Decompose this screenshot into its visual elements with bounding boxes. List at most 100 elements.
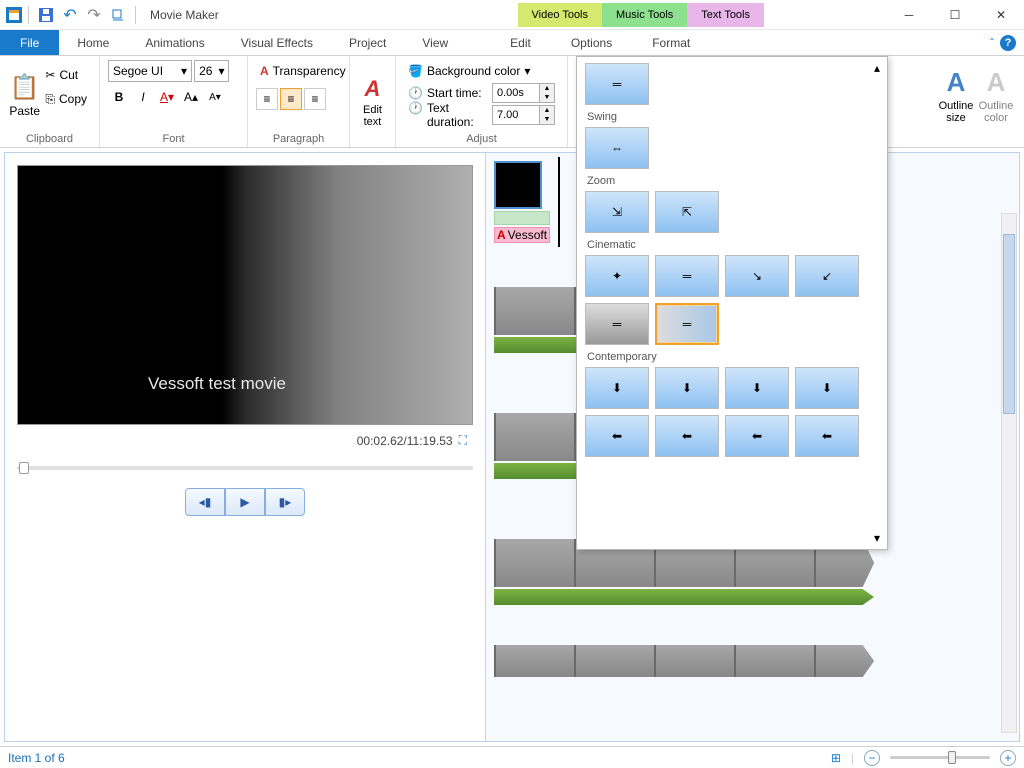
menu-animations[interactable]: Animations [127, 30, 222, 55]
timeline-scrollbar[interactable] [1001, 213, 1017, 733]
align-center-button[interactable]: ≡ [280, 88, 302, 110]
titlebar: ↶ ↷ Movie Maker Video Tools Music Tools … [0, 0, 1024, 30]
seek-bar[interactable] [17, 466, 473, 470]
statusbar: Item 1 of 6 ⊞ | − + [0, 746, 1024, 768]
effect-item[interactable]: ✦ [585, 255, 649, 297]
effect-item[interactable]: ⬅ [795, 415, 859, 457]
effect-category: Cinematic [587, 239, 881, 251]
effect-item[interactable]: ═ [585, 303, 649, 345]
font-size-select[interactable]: 26▾ [194, 60, 229, 82]
duration-label: Text duration: [427, 101, 488, 129]
video-tools-tab[interactable]: Video Tools [518, 3, 602, 27]
paste-button[interactable]: 📋 Paste [8, 60, 41, 130]
redo-icon[interactable]: ↷ [83, 4, 105, 26]
status-item-count: Item 1 of 6 [8, 751, 65, 765]
timeline-clip[interactable] [494, 645, 874, 677]
minimize-button[interactable]: ─ [886, 0, 932, 30]
time-display: 00:02.62/11:19.53 [357, 434, 453, 448]
maximize-button[interactable]: ☐ [932, 0, 978, 30]
effect-item[interactable]: ⬇ [655, 367, 719, 409]
align-left-button[interactable]: ≡ [256, 88, 278, 110]
app-title: Movie Maker [150, 8, 219, 22]
effect-item[interactable]: ↙ [795, 255, 859, 297]
ribbon-collapse-icon[interactable]: ˆ [990, 36, 994, 50]
duration-spinner[interactable]: ▲▼ [492, 105, 555, 125]
video-preview[interactable]: Vessoft test movie [17, 165, 473, 425]
qat-dropdown-icon[interactable] [107, 4, 129, 26]
zoom-in-button[interactable]: + [1000, 750, 1016, 766]
playhead[interactable] [558, 157, 560, 247]
effect-item-selected[interactable]: ═ [655, 303, 719, 345]
clip-thumbnail[interactable] [494, 161, 542, 209]
file-menu[interactable]: File [0, 30, 59, 55]
menu-home[interactable]: Home [59, 30, 127, 55]
undo-icon[interactable]: ↶ [59, 4, 81, 26]
copy-button[interactable]: ⎘Copy [41, 88, 91, 110]
bucket-icon: 🪣 [408, 64, 423, 78]
zoom-thumb[interactable] [948, 751, 956, 764]
bg-color-button[interactable]: 🪣Background color▾ [404, 60, 559, 82]
paste-icon: 📋 [10, 73, 40, 102]
chevron-down-icon: ▾ [218, 64, 224, 78]
next-frame-button[interactable]: ▮▸ [265, 488, 305, 516]
grow-font-button[interactable]: A▴ [180, 86, 202, 108]
clip-text-track[interactable]: AVessoft [494, 227, 550, 243]
menu-options[interactable]: Options [551, 30, 632, 55]
effect-item[interactable]: ⬅ [725, 415, 789, 457]
effect-item[interactable]: ⬅ [585, 415, 649, 457]
text-tools-tab[interactable]: Text Tools [687, 3, 764, 27]
menu-visual-effects[interactable]: Visual Effects [223, 30, 331, 55]
effect-category: Zoom [587, 175, 881, 187]
font-label: Font [100, 133, 247, 145]
font-family-select[interactable]: Segoe UI▾ [108, 60, 192, 82]
start-time-spinner[interactable]: ▲▼ [492, 83, 555, 103]
seek-thumb[interactable] [19, 462, 29, 474]
effect-item[interactable]: ⬇ [585, 367, 649, 409]
outline-size-icon: A [947, 67, 966, 98]
view-toggle-icon[interactable]: ⊞ [831, 751, 841, 765]
effect-item[interactable]: ⇔ [585, 127, 649, 169]
effect-item[interactable]: ═ [585, 63, 649, 105]
font-color-button[interactable]: A▾ [156, 86, 178, 108]
menu-edit[interactable]: Edit [490, 30, 551, 55]
adjust-label: Adjust [396, 133, 567, 145]
gallery-scrollbar[interactable]: ▴▾ [869, 61, 885, 545]
menu-format[interactable]: Format [632, 30, 710, 55]
menubar: File Home Animations Visual Effects Proj… [0, 30, 1024, 56]
effect-item[interactable]: ═ [655, 255, 719, 297]
effect-item[interactable]: ⬇ [725, 367, 789, 409]
save-icon[interactable] [35, 4, 57, 26]
menu-project[interactable]: Project [331, 30, 404, 55]
clipboard-label: Clipboard [0, 133, 99, 145]
effect-item[interactable]: ⬇ [795, 367, 859, 409]
prev-frame-button[interactable]: ◂▮ [185, 488, 225, 516]
edit-text-icon: A [365, 76, 381, 102]
clip-audio-small[interactable] [494, 211, 550, 225]
help-icon[interactable]: ? [1000, 35, 1016, 51]
effect-item[interactable]: ⇲ [585, 191, 649, 233]
music-tools-tab[interactable]: Music Tools [602, 3, 687, 27]
outline-size-button[interactable]: A Outline size [936, 60, 976, 130]
effect-item[interactable]: ↘ [725, 255, 789, 297]
effect-item[interactable]: ⇱ [655, 191, 719, 233]
menu-view[interactable]: View [404, 30, 466, 55]
shrink-font-button[interactable]: A▾ [204, 86, 226, 108]
edit-text-button[interactable]: A Edit text [353, 67, 393, 137]
fullscreen-icon[interactable]: ⛶ [459, 433, 467, 448]
italic-button[interactable]: I [132, 86, 154, 108]
bold-button[interactable]: B [108, 86, 130, 108]
close-button[interactable]: ✕ [978, 0, 1024, 30]
transparency-icon: A [260, 64, 269, 78]
copy-icon: ⎘ [45, 92, 55, 107]
overlay-text: Vessoft test movie [148, 374, 286, 394]
zoom-slider[interactable] [890, 756, 990, 759]
effect-category: Swing [587, 111, 881, 123]
play-button[interactable]: ▶ [225, 488, 265, 516]
zoom-out-button[interactable]: − [864, 750, 880, 766]
transparency-button[interactable]: ATransparency [256, 60, 341, 82]
outline-color-button[interactable]: A Outline color [976, 60, 1016, 130]
align-right-button[interactable]: ≡ [304, 88, 326, 110]
effect-item[interactable]: ⬅ [655, 415, 719, 457]
cut-icon: ✂ [45, 68, 55, 82]
cut-button[interactable]: ✂Cut [41, 64, 91, 86]
